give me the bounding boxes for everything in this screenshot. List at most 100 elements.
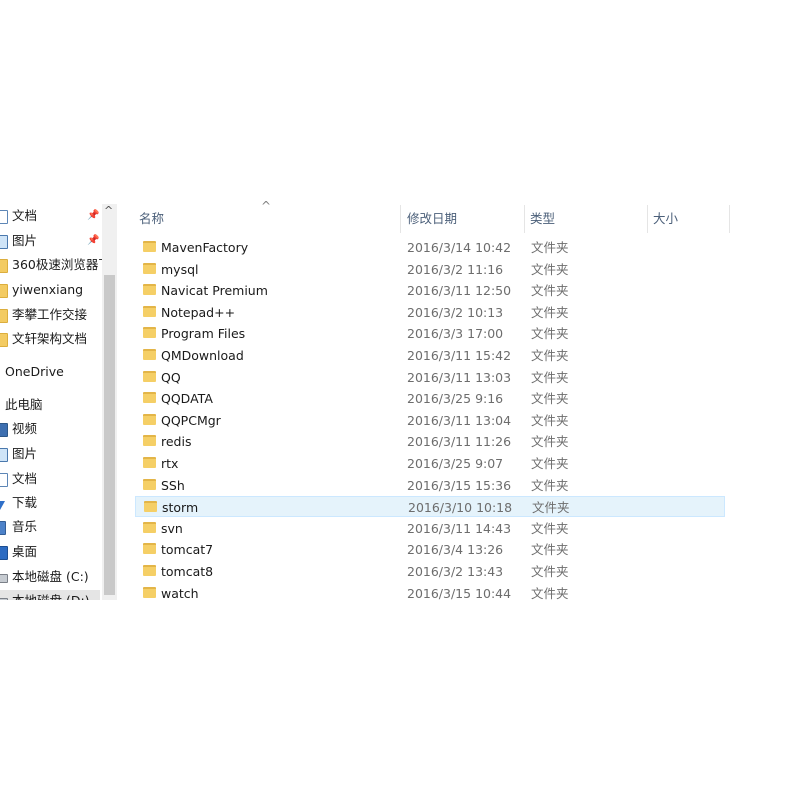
file-row[interactable]: mysql 2016/3/2 11:16 文件夹	[135, 259, 725, 280]
file-date: 2016/3/11 13:04	[407, 412, 512, 428]
file-date: 2016/3/2 13:43	[407, 564, 504, 579]
folder-icon	[143, 349, 156, 360]
folder-icon	[144, 501, 157, 513]
file-row[interactable]: redis 2016/3/11 11:26 文件夹	[135, 431, 725, 452]
video-icon	[0, 423, 8, 437]
file-type: 文件夹	[531, 434, 569, 450]
folder-icon	[143, 392, 156, 404]
file-name[interactable]: watch	[161, 583, 199, 600]
nav-item-label: 视频	[12, 421, 38, 436]
file-row[interactable]: Navicat Premium 2016/3/11 12:50 文件夹	[135, 280, 725, 301]
file-date: 2016/3/2 11:16	[407, 261, 504, 277]
folder-icon	[143, 262, 156, 274]
nav-scrollbar-thumb[interactable]	[104, 275, 115, 595]
file-date: 2016/3/11 11:26	[407, 434, 512, 450]
folder-icon	[0, 259, 8, 273]
file-type: 文件夹	[531, 542, 569, 558]
nav-item-label: 音乐	[12, 519, 38, 534]
nav-item-label: OneDrive	[5, 364, 64, 379]
file-date: 2016/3/11 12:50	[407, 283, 512, 299]
file-name[interactable]: QQ	[161, 367, 181, 388]
file-date: 2016/3/15 15:36	[407, 477, 512, 493]
file-row[interactable]: MavenFactory 2016/3/14 10:42 文件夹	[135, 237, 725, 258]
music-icon	[0, 521, 6, 535]
nav-item-label: 图片	[12, 446, 38, 461]
file-type: 文件夹	[531, 261, 569, 277]
folder-icon	[143, 478, 156, 490]
file-name[interactable]: redis	[161, 431, 191, 452]
file-row[interactable]: storm 2016/3/10 10:18 文件夹	[135, 496, 725, 518]
file-row[interactable]: SSh 2016/3/15 15:36 文件夹	[135, 475, 725, 496]
pin-icon[interactable]: 📌	[87, 230, 99, 252]
file-type: 文件夹	[531, 240, 569, 255]
file-row[interactable]: tomcat8 2016/3/2 13:43 文件夹	[135, 561, 725, 582]
nav-item-label: 李攀工作交接	[12, 307, 88, 322]
folder-icon	[143, 413, 156, 425]
nav-item-drive-d[interactable]: 本地磁盘 (D:)	[0, 590, 100, 600]
picture-icon	[0, 448, 8, 462]
file-date: 2016/3/10 10:18	[408, 500, 513, 516]
file-type: 文件夹	[531, 477, 569, 493]
file-name[interactable]: tomcat8	[161, 561, 213, 582]
file-date: 2016/3/11 14:43	[407, 520, 512, 536]
file-row[interactable]: tomcat7 2016/3/4 13:26 文件夹	[135, 539, 725, 560]
file-name[interactable]: QQPCMgr	[161, 410, 221, 431]
nav-item-label: 此电脑	[5, 397, 43, 412]
drive-icon	[0, 598, 8, 600]
file-row[interactable]: QQ 2016/3/11 13:03 文件夹	[135, 367, 725, 388]
folder-icon	[0, 309, 8, 323]
scroll-up-icon[interactable]: ^	[104, 204, 113, 217]
folder-icon	[143, 521, 156, 533]
file-row[interactable]: QMDownload 2016/3/11 15:42 文件夹	[135, 345, 725, 366]
file-date: 2016/3/15 10:44	[407, 585, 512, 600]
nav-item-label: 文档	[12, 208, 38, 223]
pin-icon[interactable]: 📌	[87, 205, 99, 227]
file-row[interactable]: QQPCMgr 2016/3/11 13:04 文件夹	[135, 410, 725, 431]
file-name[interactable]: storm	[162, 497, 198, 518]
folder-icon	[143, 370, 156, 382]
file-date: 2016/3/14 10:42	[407, 240, 512, 255]
folder-icon	[143, 543, 156, 555]
file-row[interactable]: QQDATA 2016/3/25 9:16 文件夹	[135, 388, 725, 409]
file-name[interactable]: MavenFactory	[161, 237, 248, 258]
file-name[interactable]: tomcat7	[161, 539, 213, 560]
file-row[interactable]: Program Files 2016/3/3 17:00 文件夹	[135, 323, 725, 344]
file-row[interactable]: svn 2016/3/11 14:43 文件夹	[135, 518, 725, 539]
file-name[interactable]: mysql	[161, 259, 199, 280]
nav-item-label: 本地磁盘 (C:)	[12, 569, 89, 584]
navigation-pane: 文档 📌 图片 📌 360极速浏览器下 yiwenxiang 李攀工作交接 文轩…	[0, 200, 118, 600]
document-icon	[0, 210, 8, 224]
file-date: 2016/3/11 13:03	[407, 369, 512, 385]
nav-item-label: 下载	[12, 495, 38, 510]
file-row[interactable]: watch 2016/3/15 10:44 文件夹	[135, 583, 725, 600]
file-name[interactable]: SSh	[161, 475, 185, 496]
file-name[interactable]: Program Files	[161, 323, 245, 344]
file-name[interactable]: svn	[161, 518, 183, 539]
file-name[interactable]: rtx	[161, 453, 178, 474]
file-type: 文件夹	[531, 304, 569, 320]
file-name[interactable]: QQDATA	[161, 388, 213, 409]
document-icon	[0, 473, 8, 487]
desktop-icon	[0, 546, 8, 560]
file-type: 文件夹	[531, 456, 569, 471]
nav-item-label: 本地磁盘 (D:)	[12, 590, 90, 600]
nav-item-label: 文档	[12, 471, 38, 486]
folder-icon	[0, 284, 8, 298]
file-name[interactable]: QMDownload	[161, 345, 244, 366]
file-type: 文件夹	[531, 283, 569, 299]
folder-icon	[143, 284, 156, 296]
file-row[interactable]: Notepad++ 2016/3/2 10:13 文件夹	[135, 302, 725, 323]
folder-icon	[0, 333, 8, 347]
file-type: 文件夹	[531, 348, 569, 363]
folder-icon	[143, 457, 156, 468]
nav-item-label: 桌面	[12, 544, 38, 559]
file-name[interactable]: Notepad++	[161, 302, 235, 323]
file-name[interactable]: Navicat Premium	[161, 280, 268, 301]
nav-item-label: 图片	[12, 233, 38, 248]
file-date: 2016/3/4 13:26	[407, 542, 504, 558]
file-date: 2016/3/2 10:13	[407, 304, 504, 320]
folder-icon	[143, 305, 156, 317]
file-row[interactable]: rtx 2016/3/25 9:07 文件夹	[135, 453, 725, 474]
file-type: 文件夹	[531, 391, 569, 407]
folder-icon	[143, 327, 156, 339]
